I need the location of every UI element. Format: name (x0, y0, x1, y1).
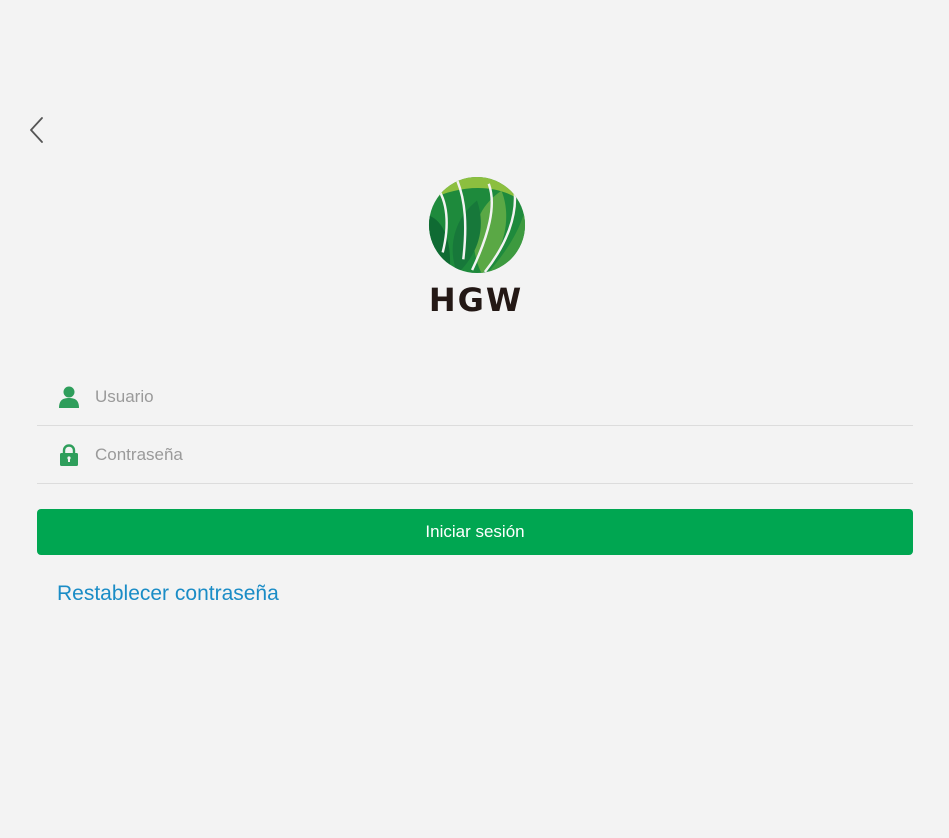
username-input[interactable] (95, 381, 875, 412)
logo-text: HGW (428, 281, 524, 319)
lock-icon (58, 443, 80, 467)
leaf-logo-icon (428, 176, 526, 274)
reset-password-link[interactable]: Restablecer contraseña (57, 582, 279, 606)
password-field-row (37, 426, 913, 484)
login-screen: HGW Iniciar sesión Restablecer contraseñ… (0, 0, 949, 838)
brand-logo: HGW (424, 176, 528, 319)
login-button[interactable]: Iniciar sesión (37, 509, 913, 555)
password-input[interactable] (95, 439, 875, 470)
chevron-left-icon (30, 117, 43, 143)
back-button[interactable] (24, 114, 50, 146)
user-icon (58, 385, 80, 409)
username-field-row (37, 368, 913, 426)
